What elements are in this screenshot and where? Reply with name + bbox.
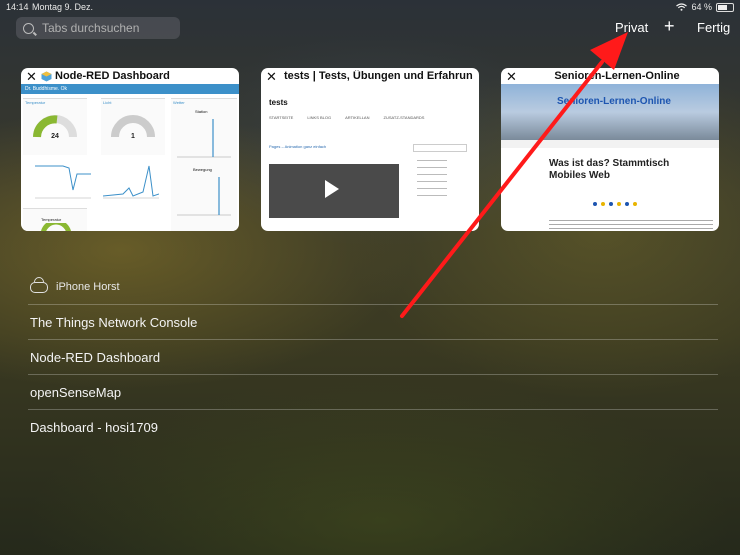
tab-title: Senioren-Lernen-Online bbox=[521, 70, 713, 82]
video-thumbnail bbox=[269, 164, 399, 218]
list-item[interactable]: Dashboard - hosi1709 bbox=[28, 409, 718, 444]
tab-preview: Dr. Buddhisme. Ok Temperatur 24 Licht 1 … bbox=[21, 84, 239, 231]
diagram-dot bbox=[593, 202, 597, 206]
cloud-icon bbox=[30, 281, 48, 293]
panel-label: Temperatur bbox=[41, 217, 62, 222]
heading-line: Was ist das? Stammtisch bbox=[549, 158, 670, 169]
article-text bbox=[549, 220, 713, 231]
wp-site-title: tests bbox=[269, 98, 288, 107]
tab-card-header: ✕ W tests | Tests, Übungen und Erfahrun… bbox=[261, 68, 479, 84]
tab-title: W tests | Tests, Übungen und Erfahrun… bbox=[281, 70, 473, 82]
battery-level bbox=[718, 4, 728, 10]
tab-card-tests[interactable]: ✕ W tests | Tests, Übungen und Erfahrun…… bbox=[261, 68, 479, 231]
gauge-value: 24 bbox=[51, 133, 59, 140]
battery-percentage: 64 % bbox=[691, 2, 712, 12]
wp-nav: STARTSEITE LINKS BLOG ARTIKELLAN ZUSATZ-… bbox=[269, 115, 479, 120]
tab-card-header: ✕ Senioren-Lernen-Online bbox=[501, 68, 719, 84]
search-icon bbox=[23, 22, 34, 34]
temperature-chart bbox=[35, 165, 91, 199]
nr-panel-temp2: Temperatur bbox=[23, 208, 87, 231]
wp-nav-item: ZUSATZ-STANDARDS bbox=[383, 115, 425, 120]
tab-card-node-red[interactable]: ✕ Node-RED Dashboard Dr. Buddhisme. Ok T… bbox=[21, 68, 239, 231]
nr-header-bar: Dr. Buddhisme. Ok bbox=[21, 84, 239, 94]
close-tab-icon[interactable]: ✕ bbox=[266, 69, 277, 85]
status-date: Montag 9. Dez. bbox=[32, 2, 94, 12]
wp-sidebar-search bbox=[413, 144, 467, 152]
status-bar: 14:14 Montag 9. Dez. 64 % bbox=[0, 0, 740, 14]
device-name: iPhone Horst bbox=[56, 281, 120, 293]
close-tab-icon[interactable]: ✕ bbox=[26, 69, 37, 85]
icloud-device-header: iPhone Horst bbox=[30, 281, 120, 293]
close-tab-icon[interactable]: ✕ bbox=[506, 69, 517, 85]
panel-label: Temperatur bbox=[25, 100, 46, 105]
wp-nav-item: LINKS BLOG bbox=[307, 115, 332, 120]
diagram-dot bbox=[625, 202, 629, 206]
diagram-dot bbox=[601, 202, 605, 206]
battery-icon bbox=[716, 2, 734, 12]
nr-panel-station: Wetter Station Bewegung bbox=[171, 98, 237, 231]
site-nav bbox=[501, 140, 719, 148]
gauge-light: 1 bbox=[111, 115, 155, 140]
tab-title-text: Node-RED Dashboard bbox=[55, 70, 170, 82]
nr-panel-temperature: Temperatur 24 bbox=[23, 98, 87, 155]
article-heading: Was ist das? Stammtisch Mobiles Web bbox=[549, 158, 669, 182]
panel-label: Licht bbox=[103, 100, 112, 105]
list-item[interactable]: openSenseMap bbox=[28, 374, 718, 409]
gauge-temperature: 24 bbox=[33, 115, 77, 140]
panel-label: Wetter bbox=[173, 100, 185, 105]
nr-panel-light: Licht 1 bbox=[101, 98, 165, 155]
search-input[interactable] bbox=[40, 20, 174, 36]
wp-sidebar-list bbox=[417, 160, 447, 200]
status-time: 14:14 bbox=[6, 2, 29, 12]
status-right: 64 % bbox=[676, 2, 734, 12]
done-button[interactable]: Fertig bbox=[697, 20, 730, 35]
tab-title: Node-RED Dashboard bbox=[41, 70, 233, 82]
list-item[interactable]: The Things Network Console bbox=[28, 304, 718, 339]
tab-title-text: Senioren-Lernen-Online bbox=[554, 70, 680, 82]
tab-search-field[interactable] bbox=[16, 17, 180, 39]
movement-chart bbox=[177, 177, 231, 216]
tab-title-text: tests | Tests, Übungen und Erfahrun… bbox=[284, 70, 473, 82]
station-chart bbox=[177, 119, 231, 158]
arrow-head bbox=[590, 32, 628, 70]
private-mode-button[interactable]: Privat bbox=[615, 20, 648, 35]
chart-label-movement: Bewegung bbox=[193, 167, 212, 172]
new-tab-button[interactable]: + bbox=[664, 16, 675, 37]
diagram-dot bbox=[633, 202, 637, 206]
light-chart bbox=[103, 165, 159, 199]
wp-post-link: Pages – Animation ganz einfach bbox=[269, 144, 327, 149]
gauge-temp2 bbox=[41, 223, 71, 231]
list-item[interactable]: Node-RED Dashboard bbox=[28, 339, 718, 374]
tab-preview: tests STARTSEITE LINKS BLOG ARTIKELLAN Z… bbox=[261, 84, 479, 231]
gauge-value: 1 bbox=[131, 133, 135, 140]
wifi-icon bbox=[676, 3, 688, 11]
node-red-icon bbox=[41, 71, 52, 81]
wp-nav-item: STARTSEITE bbox=[269, 115, 294, 120]
tab-preview: Senioren-Lernen-Online Was ist das? Stam… bbox=[501, 84, 719, 231]
chart-label-station: Station bbox=[195, 109, 208, 114]
icloud-tabs-list: The Things Network Console Node-RED Dash… bbox=[28, 304, 718, 444]
play-icon bbox=[325, 180, 339, 198]
tab-card-senioren[interactable]: ✕ Senioren-Lernen-Online Senioren-Lernen… bbox=[501, 68, 719, 231]
site-banner: Senioren-Lernen-Online bbox=[501, 84, 719, 140]
diagram-dot bbox=[609, 202, 613, 206]
diagram-dot bbox=[617, 202, 621, 206]
banner-title: Senioren-Lernen-Online bbox=[557, 96, 671, 107]
tab-card-header: ✕ Node-RED Dashboard bbox=[21, 68, 239, 84]
heading-line: Mobiles Web bbox=[549, 170, 610, 181]
wp-nav-item: ARTIKELLAN bbox=[345, 115, 370, 120]
